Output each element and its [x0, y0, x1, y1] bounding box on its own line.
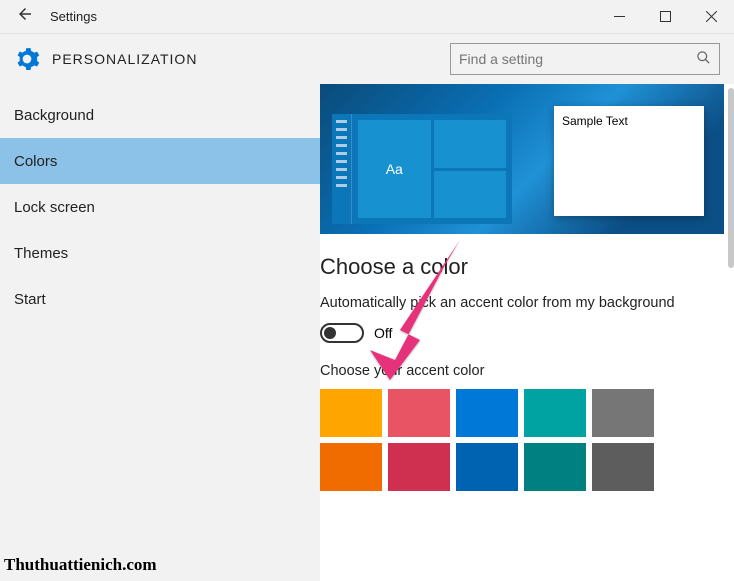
- toggle-state-label: Off: [374, 325, 392, 341]
- color-swatch[interactable]: [524, 443, 586, 491]
- preview-tile: [434, 120, 507, 168]
- watermark: Thuthuattienich.com: [4, 555, 157, 575]
- sidebar-item-background[interactable]: Background: [0, 92, 320, 138]
- color-swatch[interactable]: [320, 443, 382, 491]
- search-box[interactable]: [450, 43, 720, 75]
- toggle-knob: [324, 327, 336, 339]
- sidebar-item-label: Lock screen: [14, 199, 95, 216]
- sidebar-item-label: Background: [14, 107, 94, 124]
- preview-start-menu: Aa: [332, 114, 512, 224]
- sidebar: Background Colors Lock screen Themes Sta…: [0, 84, 320, 581]
- color-swatch[interactable]: [388, 443, 450, 491]
- back-button[interactable]: [0, 5, 50, 28]
- preview-tiles: Aa: [352, 114, 512, 224]
- color-swatch[interactable]: [456, 389, 518, 437]
- auto-pick-label: Automatically pick an accent color from …: [320, 294, 724, 313]
- sidebar-item-label: Start: [14, 291, 46, 308]
- maximize-button[interactable]: [642, 0, 688, 34]
- sidebar-item-label: Themes: [14, 245, 68, 262]
- search-input[interactable]: [459, 51, 696, 67]
- sample-text-label: Sample Text: [562, 114, 628, 128]
- section-title: Choose a color: [320, 254, 724, 280]
- color-swatch[interactable]: [320, 389, 382, 437]
- sidebar-item-label: Colors: [14, 153, 57, 170]
- auto-pick-toggle[interactable]: [320, 323, 364, 343]
- color-swatch[interactable]: [524, 389, 586, 437]
- color-preview: Aa Sample Text: [320, 84, 724, 234]
- sidebar-item-themes[interactable]: Themes: [0, 230, 320, 276]
- sidebar-item-colors[interactable]: Colors: [0, 138, 320, 184]
- color-swatch[interactable]: [592, 389, 654, 437]
- sidebar-item-start[interactable]: Start: [0, 276, 320, 322]
- preview-tile-big: Aa: [358, 120, 431, 218]
- window-title: Settings: [50, 9, 596, 24]
- content: Background Colors Lock screen Themes Sta…: [0, 84, 734, 581]
- section-heading: PERSONALIZATION: [52, 51, 450, 67]
- search-icon: [696, 50, 711, 69]
- minimize-button[interactable]: [596, 0, 642, 34]
- preview-list: [332, 114, 352, 224]
- color-swatch[interactable]: [592, 443, 654, 491]
- preview-tile: [434, 171, 507, 219]
- scrollbar[interactable]: [728, 88, 734, 268]
- color-swatches: [320, 389, 724, 491]
- accent-color-label: Choose your accent color: [320, 363, 724, 379]
- titlebar: Settings: [0, 0, 734, 34]
- color-swatch[interactable]: [388, 389, 450, 437]
- color-swatch[interactable]: [456, 443, 518, 491]
- window-controls: [596, 0, 734, 34]
- gear-icon: [14, 46, 40, 72]
- header: PERSONALIZATION: [0, 34, 734, 84]
- main-pane: Aa Sample Text Choose a color Automatica…: [320, 84, 734, 581]
- sidebar-item-lockscreen[interactable]: Lock screen: [0, 184, 320, 230]
- back-arrow-icon: [16, 5, 34, 23]
- close-button[interactable]: [688, 0, 734, 34]
- toggle-row: Off: [320, 323, 724, 343]
- preview-sample-window: Sample Text: [554, 106, 704, 216]
